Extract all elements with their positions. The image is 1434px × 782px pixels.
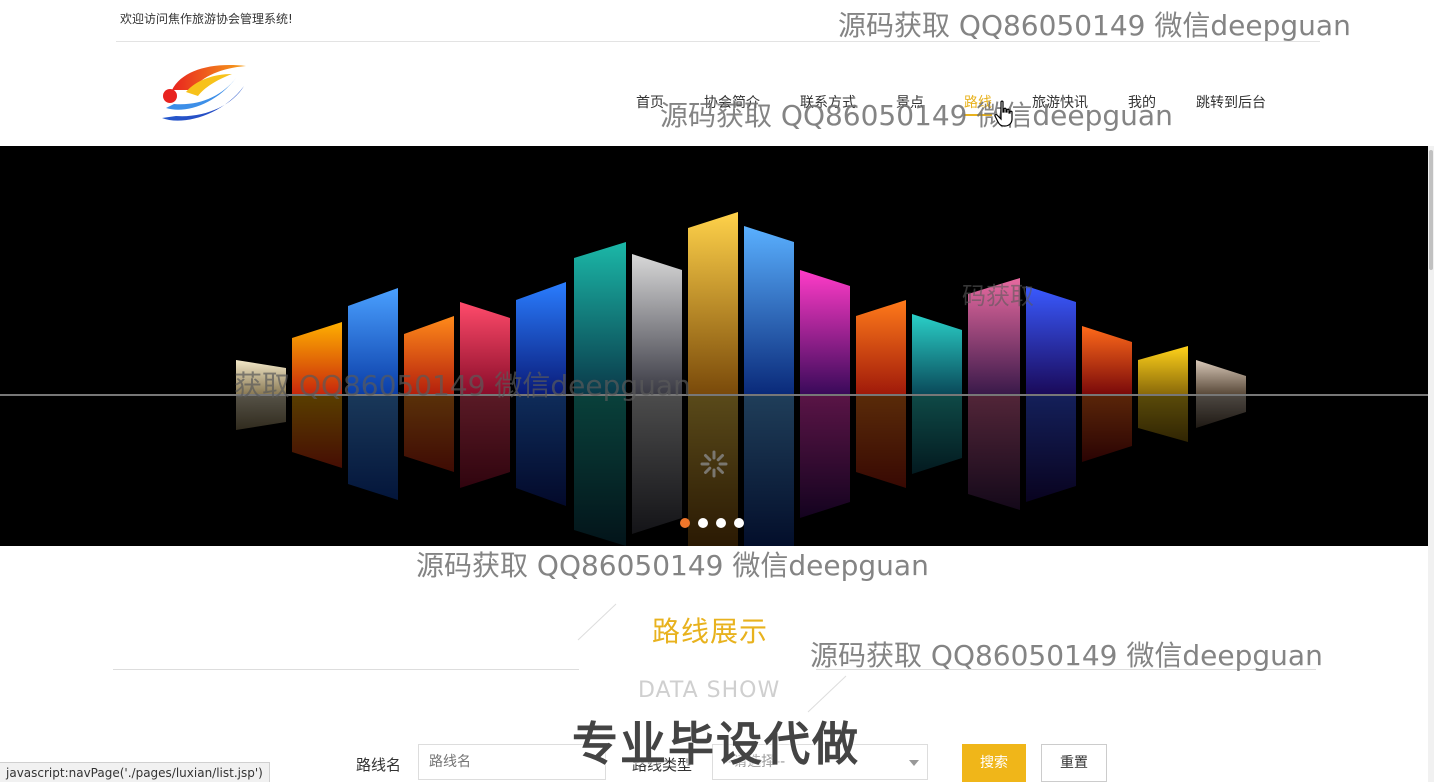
- section-title: 路线展示: [652, 615, 769, 648]
- nav-item-routes[interactable]: 路线: [964, 92, 992, 116]
- decor-slash: [577, 603, 617, 641]
- page: 欢迎访问焦作旅游协会管理系统! 首页 协会简介 联系方式 景点 路线 旅游快讯 …: [0, 0, 1434, 782]
- search-button[interactable]: 搜索: [962, 744, 1026, 782]
- route-name-label: 路线名: [356, 756, 402, 774]
- nav-item-home[interactable]: 首页: [636, 92, 664, 112]
- route-type-selected: --请选择--: [723, 754, 786, 770]
- banner-image: [0, 146, 1428, 546]
- status-bar-url: javascript:navPage('./pages/luxian/list.…: [0, 762, 270, 782]
- route-name-input[interactable]: [418, 744, 606, 780]
- carousel-dot[interactable]: [680, 518, 690, 528]
- hand-cursor-icon: [994, 100, 1013, 127]
- divider: [816, 669, 1316, 670]
- watermark: 源码获取 QQ86050149 微信deepguan: [416, 549, 929, 582]
- nav-item-attractions[interactable]: 景点: [896, 92, 924, 112]
- site-logo[interactable]: [152, 56, 252, 130]
- carousel-dot[interactable]: [716, 518, 726, 528]
- chevron-down-icon: [909, 760, 919, 766]
- carousel-dot[interactable]: [734, 518, 744, 528]
- section-header: 路线展示 DATA SHOW: [0, 596, 1434, 716]
- carousel-indicators: [680, 518, 752, 528]
- section-subtitle: DATA SHOW: [638, 678, 781, 703]
- nav-item-mine[interactable]: 我的: [1128, 92, 1156, 112]
- header: 首页 协会简介 联系方式 景点 路线 旅游快讯 我的 跳转到后台: [0, 42, 1434, 146]
- carousel-dot[interactable]: [698, 518, 708, 528]
- route-type-label: 路线类型: [632, 756, 693, 774]
- nav-item-news[interactable]: 旅游快讯: [1032, 92, 1088, 112]
- divider: [113, 669, 579, 670]
- top-bar: 欢迎访问焦作旅游协会管理系统!: [0, 0, 1434, 42]
- reset-button[interactable]: 重置: [1041, 744, 1107, 782]
- route-type-select[interactable]: --请选择--: [712, 744, 928, 780]
- nav-item-about[interactable]: 协会简介: [704, 92, 760, 112]
- decor-slash: [807, 675, 847, 713]
- welcome-text: 欢迎访问焦作旅游协会管理系统!: [120, 12, 293, 26]
- main-nav: 首页 协会简介 联系方式 景点 路线 旅游快讯 我的 跳转到后台: [636, 92, 1266, 116]
- nav-item-contact[interactable]: 联系方式: [800, 92, 856, 112]
- scrollbar-thumb[interactable]: [1429, 150, 1433, 270]
- nav-item-admin[interactable]: 跳转到后台: [1196, 92, 1266, 112]
- banner-carousel[interactable]: [0, 146, 1428, 546]
